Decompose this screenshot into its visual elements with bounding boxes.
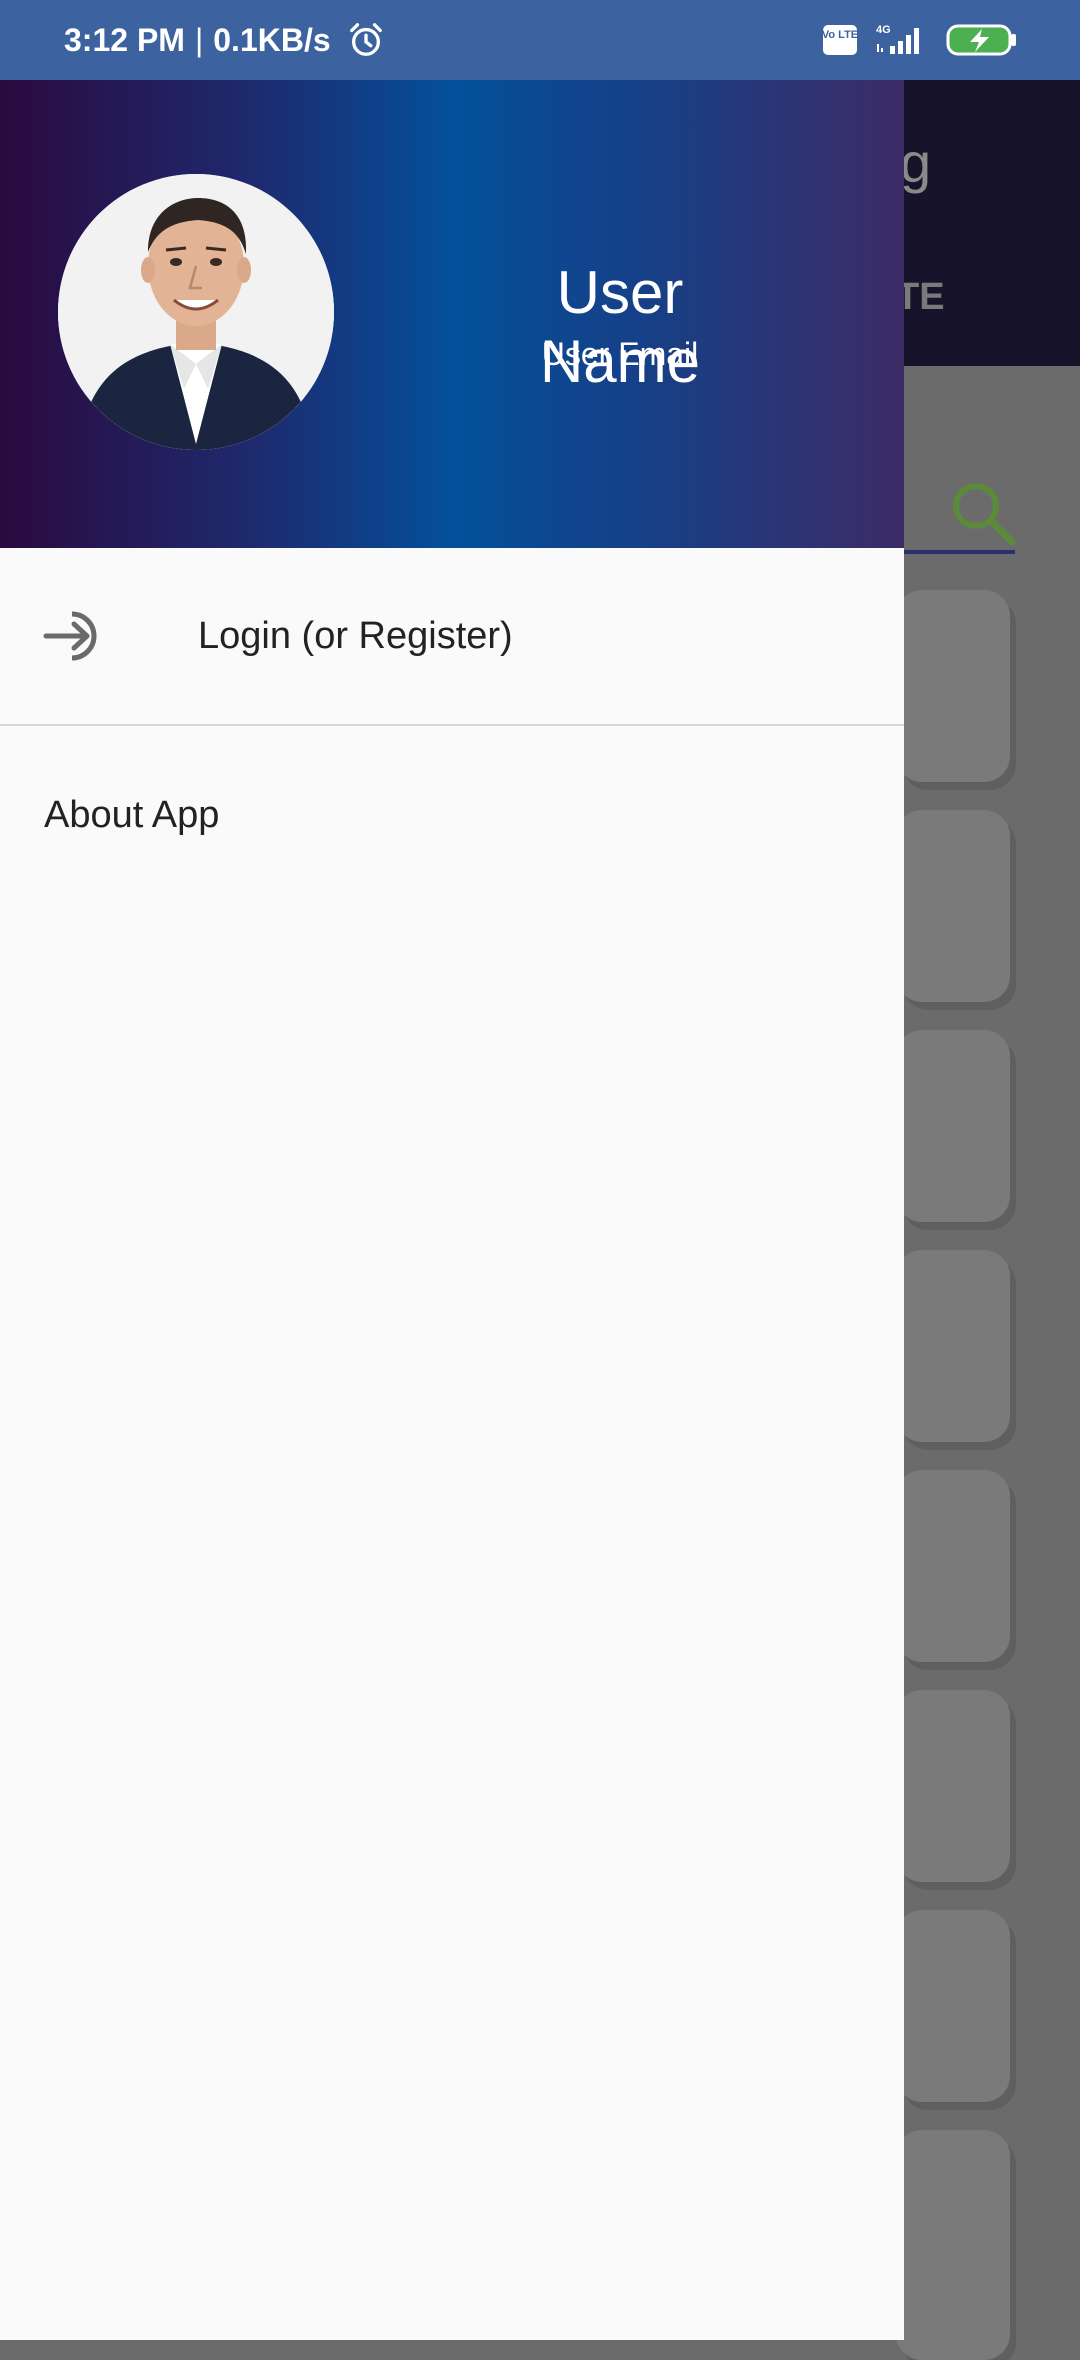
background-card: [896, 590, 1010, 782]
background-card: [896, 1030, 1010, 1222]
svg-text:Vo LTE: Vo LTE: [822, 29, 858, 41]
background-card: [896, 2130, 1010, 2360]
battery-charging-icon: [946, 24, 1016, 56]
menu-item-about-app-label: About App: [44, 793, 220, 836]
status-left: 3:12 PM | 0.1KB/s: [64, 0, 385, 80]
user-name: User Name: [539, 259, 701, 395]
avatar-photo: [58, 174, 334, 450]
menu-item-login-label: Login (or Register): [198, 614, 513, 657]
navigation-drawer: User Name User Email Login (or Register)…: [0, 80, 904, 2340]
background-card: [896, 1470, 1010, 1662]
drawer-header: User Name User Email: [0, 80, 904, 548]
status-right: Vo LTE 4G: [822, 0, 1018, 80]
background-card: [896, 1910, 1010, 2102]
svg-text:4G: 4G: [876, 24, 891, 36]
menu-item-about-app[interactable]: About App: [0, 726, 904, 904]
signal-icon: 4G: [876, 24, 919, 54]
search-icon: [953, 483, 1016, 546]
background-card: [896, 1690, 1010, 1882]
status-time: 3:12 PM: [64, 21, 185, 58]
alarm-icon: [349, 23, 382, 56]
status-net-speed: 0.1KB/s: [213, 21, 331, 58]
background-card: [896, 1250, 1010, 1442]
status-bar: 3:12 PM | 0.1KB/s Vo LTE 4G: [0, 0, 1080, 80]
background-title: g: [900, 131, 932, 194]
menu-item-login[interactable]: Login (or Register): [0, 548, 904, 724]
background-card: [896, 810, 1010, 1002]
background-search-underline: [900, 550, 1015, 554]
status-separator: |: [194, 21, 204, 58]
volte-icon: Vo LTE: [822, 25, 858, 55]
user-email: User Email: [541, 336, 699, 372]
login-icon: [43, 611, 97, 661]
avatar[interactable]: [58, 174, 334, 450]
